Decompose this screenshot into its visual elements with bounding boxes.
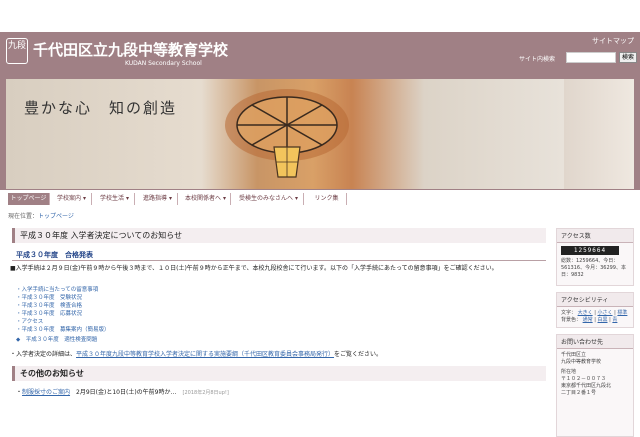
contact-school: 九段中等教育学校: [561, 359, 602, 365]
nav-item-school-life[interactable]: 学校生活 ▾: [95, 193, 135, 205]
font-size-controls: 文字： 大きく | 小さく | 標準: [561, 310, 628, 316]
search-label: サイト内検索: [519, 56, 556, 63]
accessibility-box: アクセシビリティ 文字： 大きく | 小さく | 標準 背景色： 通常 | 白黒…: [556, 292, 634, 328]
nav-item-applicants[interactable]: 受検生のみなさんへ ▾: [234, 193, 304, 205]
contact-address-1: 東京都千代田区九段北: [561, 383, 612, 389]
access-counter: 1259664: [561, 246, 619, 255]
news-date: [2018年2月8日up!]: [182, 390, 229, 396]
breadcrumb: 現在位置：トップページ: [8, 211, 74, 220]
site-subtitle: KUDAN Secondary School: [125, 60, 202, 67]
font-standard-link[interactable]: 標準: [617, 310, 627, 316]
notice-text: ■入学手続は２月９日(金)午前９時から午後３時まで、１０日(土)午前９時から正午…: [10, 265, 498, 272]
color-blue-link[interactable]: 青: [612, 317, 617, 323]
list-item-link[interactable]: ・平成３０年度 受験状況: [16, 294, 316, 302]
search-input[interactable]: [566, 52, 616, 63]
site-title[interactable]: 千代田区立九段中等教育学校: [33, 39, 228, 60]
font-larger-link[interactable]: 大きく: [578, 310, 593, 316]
nav-item-top[interactable]: トップページ: [8, 193, 50, 205]
search-button[interactable]: 検索: [619, 52, 637, 63]
hero-side-image: [564, 79, 634, 189]
page-title: 平成３０年度 入学者決定についてのお知らせ: [12, 228, 546, 243]
detail-suffix: をご覧ください。: [334, 351, 383, 358]
contact-box: お問い合わせ先 千代田区立 九段中等教育学校 所在地 〒１０２－００７３ 東京都…: [556, 334, 634, 437]
list-item-link[interactable]: ・平成３０年度 応募状況: [16, 310, 316, 318]
aptitude-link[interactable]: ◆ 平成３０年度 適性検査問題: [16, 336, 316, 344]
breadcrumb-current[interactable]: トップページ: [38, 213, 74, 220]
contact-title: お問い合わせ先: [557, 335, 633, 349]
hero-image: 豊かな心 知の創造: [6, 79, 564, 189]
news-link[interactable]: 制服採寸のご案内: [22, 389, 70, 396]
hero-slogan: 豊かな心 知の創造: [24, 99, 178, 117]
color-mono-link[interactable]: 白黒: [598, 317, 608, 323]
nav-item-related[interactable]: 本校関係者へ ▾: [181, 193, 231, 205]
contact-name: 千代田区立: [561, 352, 587, 358]
nav-item-about[interactable]: 学校案内 ▾: [52, 193, 92, 205]
other-news-title: その他のお知らせ: [12, 366, 546, 381]
sitemap-link[interactable]: サイトマップ: [592, 36, 634, 46]
breadcrumb-prefix: 現在位置：: [8, 213, 39, 220]
section-title[interactable]: 平成３０年度 合格発表: [12, 249, 546, 261]
access-title: アクセス数: [557, 229, 633, 243]
accessibility-title: アクセシビリティ: [557, 293, 633, 307]
font-smaller-link[interactable]: 小さく: [598, 310, 613, 316]
link-list: ・入学手続に当たっての留意事項 ・平成３０年度 受験状況 ・平成３０年度 検査合…: [16, 286, 316, 344]
detail-link[interactable]: 平成３０年度九段中等教育学校入学者決定に関する実施要綱（千代田区教育委員会事務局…: [76, 351, 334, 358]
detail-line: ・入学者決定の詳細は、平成３０年度九段中等教育学校入学者決定に関する実施要綱（千…: [10, 350, 550, 359]
access-counter-box: アクセス数 1259664 総数：1259664、今日：561316、今月：36…: [556, 228, 634, 286]
color-normal-link[interactable]: 通常: [583, 317, 593, 323]
color-controls: 背景色： 通常 | 白黒 | 青: [561, 317, 618, 323]
page: 九段 千代田区立九段中等教育学校 KUDAN Secondary School …: [0, 0, 640, 437]
contact-postal: 〒１０２－００７３: [561, 376, 607, 382]
list-item-link[interactable]: ・入学手続に当たっての留意事項: [16, 286, 316, 294]
access-text: 総数：1259664、今日：561316、今月：36299、本日：9832: [561, 258, 626, 278]
nav-item-links[interactable]: リンク集: [307, 193, 347, 205]
chandelier-icon: [225, 89, 349, 178]
list-item-link[interactable]: ・平成３０年度 検査合格: [16, 302, 316, 310]
contact-address-2: 二丁目２番１号: [561, 390, 597, 396]
school-logo[interactable]: 九段: [6, 38, 28, 64]
list-item-link[interactable]: ・アクセス: [16, 318, 316, 326]
nav-item-career[interactable]: 進路指導 ▾: [138, 193, 178, 205]
news-text: 2月9日(金)と10日(土)の午前9時か…: [76, 389, 177, 396]
news-item: ・制服採寸のご案内 2月9日(金)と10日(土)の午前9時か… [2018年2月…: [16, 389, 229, 396]
contact-address-label: 所在地: [561, 369, 577, 375]
detail-prefix: ・入学者決定の詳細は、: [10, 351, 77, 358]
list-item-link[interactable]: ・平成３０年度 募集案内（簡易版）: [16, 326, 316, 334]
